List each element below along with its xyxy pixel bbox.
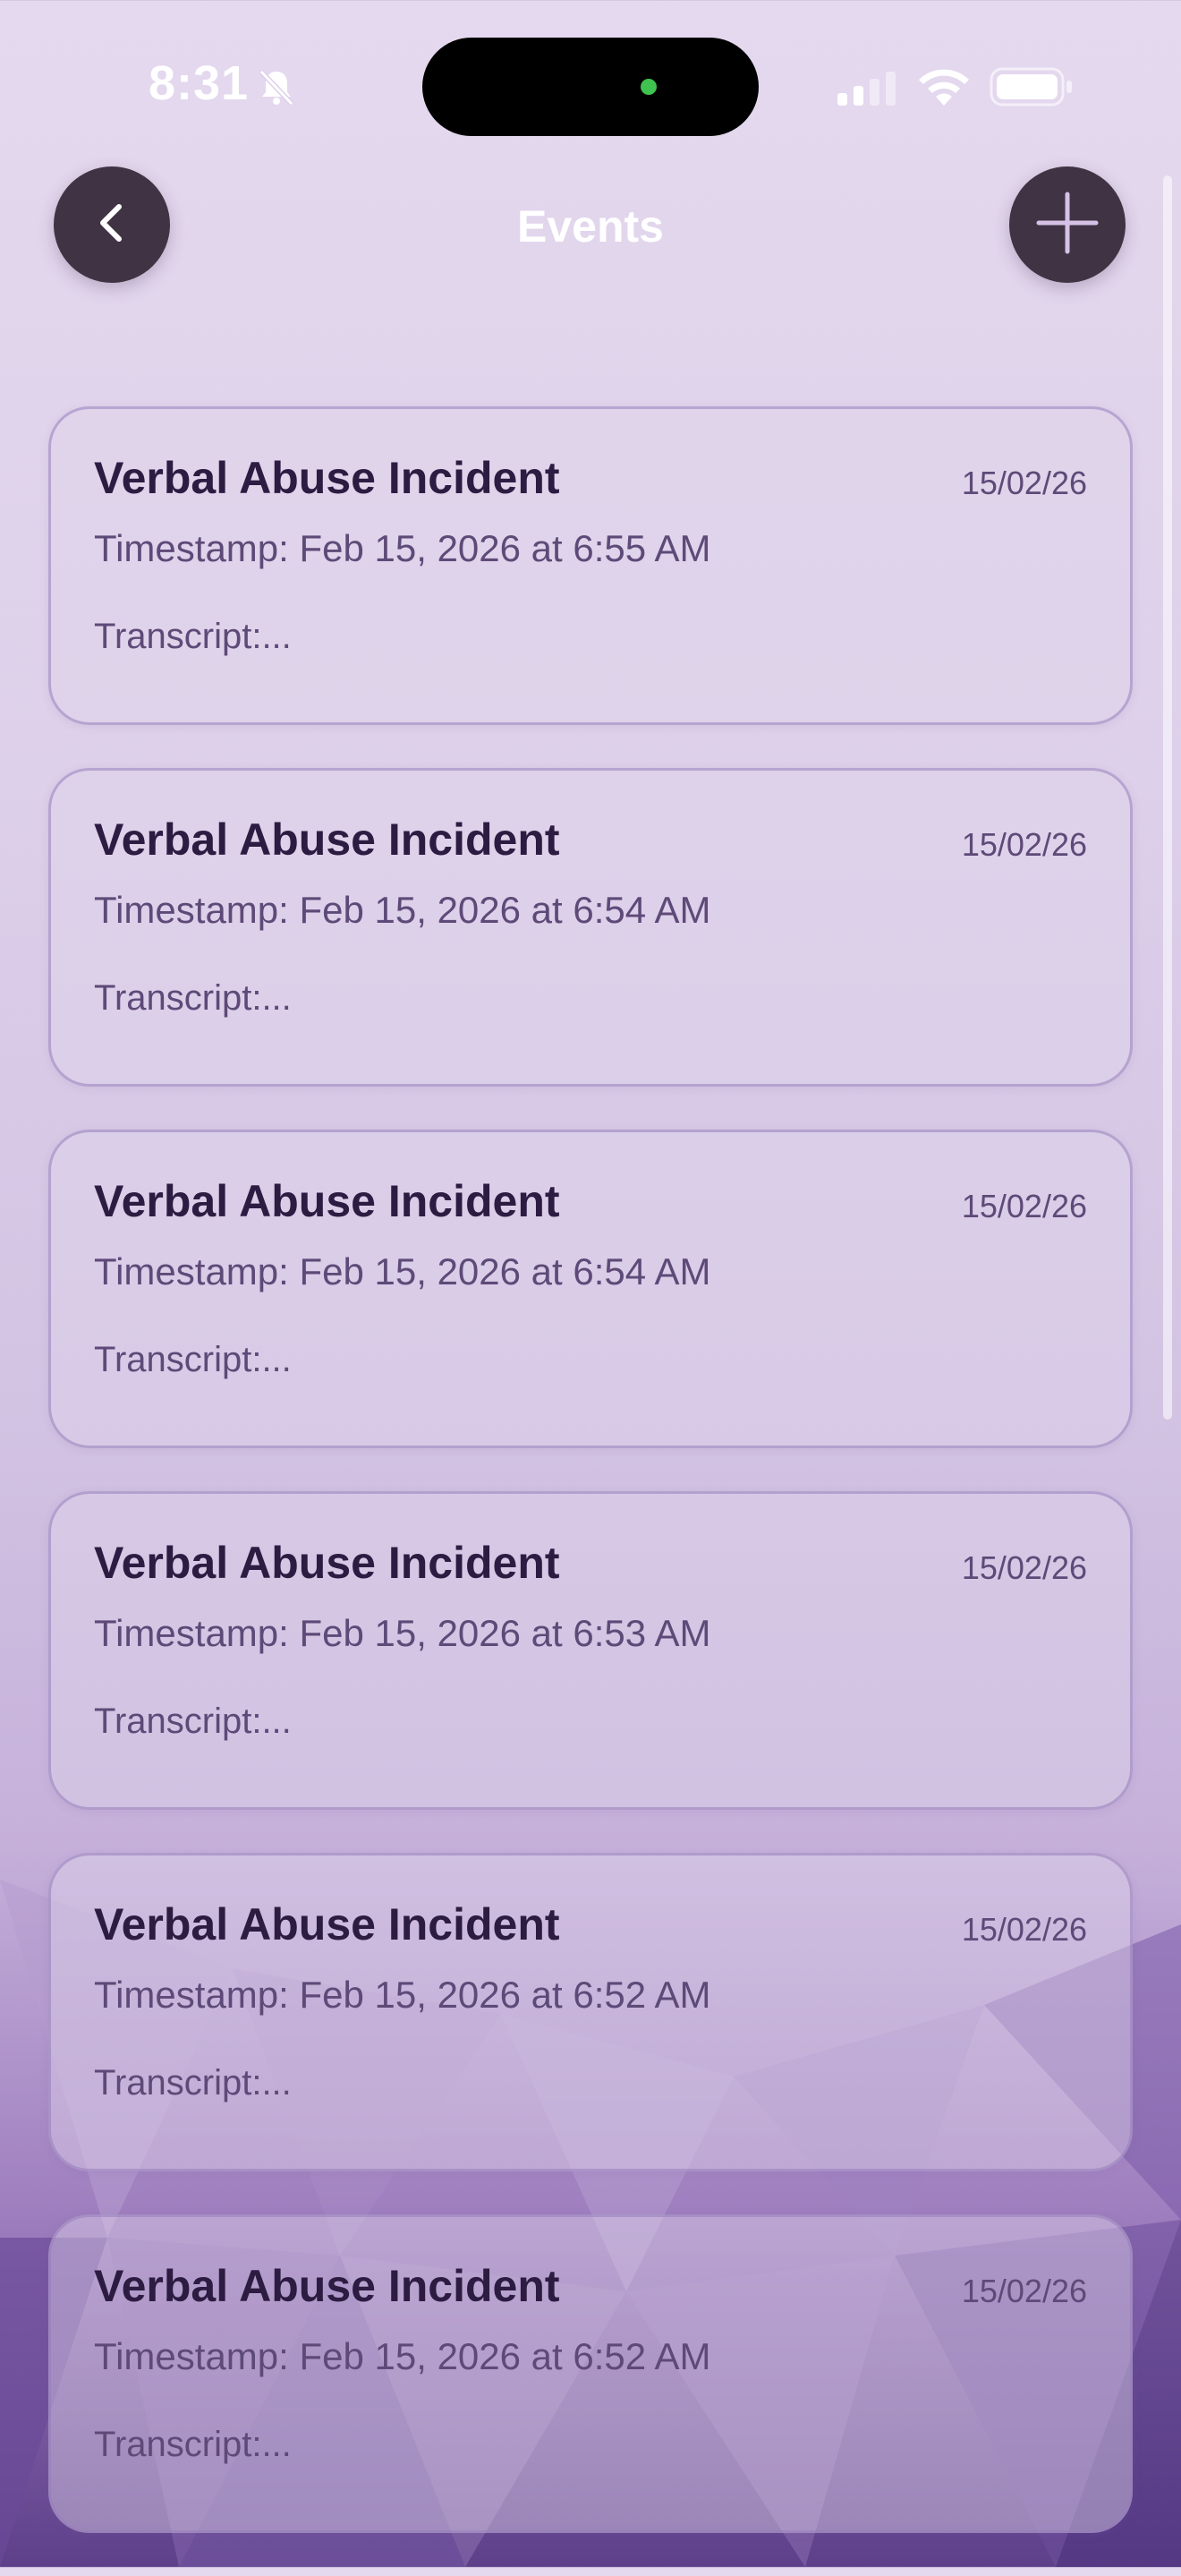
event-timestamp: Timestamp: Feb 15, 2026 at 6:52 AM — [94, 2335, 711, 2377]
event-card[interactable]: Verbal Abuse Incident 15/02/26 Timestamp… — [48, 1130, 1133, 1448]
event-title: Verbal Abuse Incident — [94, 2261, 560, 2311]
event-date: 15/02/26 — [961, 826, 1087, 863]
event-title: Verbal Abuse Incident — [94, 815, 560, 865]
event-transcript: Transcript:... — [94, 617, 292, 656]
event-list: Verbal Abuse Incident 15/02/26 Timestamp… — [48, 406, 1133, 2576]
event-timestamp: Timestamp: Feb 15, 2026 at 6:53 AM — [94, 1612, 711, 1654]
event-title: Verbal Abuse Incident — [94, 1176, 560, 1226]
cellular-signal-icon — [836, 70, 898, 106]
event-date: 15/02/26 — [961, 1549, 1087, 1586]
status-bar: 8:31 — [0, 0, 1181, 170]
event-transcript: Transcript:... — [94, 978, 292, 1018]
event-transcript: Transcript:... — [94, 2063, 292, 2103]
battery-icon — [990, 66, 1074, 107]
plus-icon — [1032, 187, 1103, 263]
event-transcript: Transcript:... — [94, 1702, 292, 1741]
event-card[interactable]: Verbal Abuse Incident 15/02/26 Timestamp… — [48, 1853, 1133, 2171]
event-date: 15/02/26 — [961, 465, 1087, 501]
event-title: Verbal Abuse Incident — [94, 1538, 560, 1588]
event-timestamp: Timestamp: Feb 15, 2026 at 6:54 AM — [94, 1250, 711, 1292]
event-date: 15/02/26 — [961, 1911, 1087, 1948]
event-date: 15/02/26 — [961, 2273, 1087, 2309]
event-timestamp: Timestamp: Feb 15, 2026 at 6:52 AM — [94, 1974, 711, 2016]
nav-header: Events — [0, 166, 1181, 286]
event-title: Verbal Abuse Incident — [94, 1899, 560, 1949]
event-title: Verbal Abuse Incident — [94, 453, 560, 503]
status-time: 8:31 — [149, 56, 250, 110]
event-card[interactable]: Verbal Abuse Incident 15/02/26 Timestamp… — [48, 1491, 1133, 1810]
dynamic-island — [422, 38, 759, 136]
scroll-indicator[interactable] — [1163, 175, 1172, 1420]
add-event-button[interactable] — [1009, 166, 1126, 283]
event-timestamp: Timestamp: Feb 15, 2026 at 6:54 AM — [94, 889, 711, 931]
page-title: Events — [517, 201, 664, 252]
event-transcript: Transcript:... — [94, 2425, 292, 2464]
camera-indicator-icon — [641, 79, 657, 95]
event-date: 15/02/26 — [961, 1188, 1087, 1224]
bell-slash-icon — [254, 64, 299, 109]
event-card[interactable]: Verbal Abuse Incident 15/02/26 Timestamp… — [48, 768, 1133, 1087]
event-transcript: Transcript:... — [94, 1340, 292, 1379]
event-timestamp: Timestamp: Feb 15, 2026 at 6:55 AM — [94, 527, 711, 569]
event-card[interactable]: Verbal Abuse Incident 15/02/26 Timestamp… — [48, 406, 1133, 725]
event-card[interactable]: Verbal Abuse Incident 15/02/26 Timestamp… — [48, 2214, 1133, 2533]
wifi-icon — [916, 64, 972, 107]
